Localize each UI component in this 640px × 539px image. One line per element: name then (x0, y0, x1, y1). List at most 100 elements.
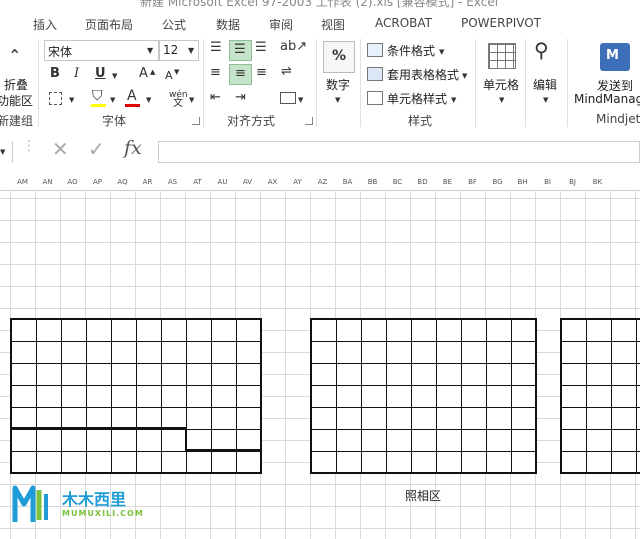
tab-review[interactable]: 审阅 (269, 16, 293, 33)
chevron-down-icon: ▼ (335, 96, 341, 104)
cell-styles-button[interactable]: 单元格样式 (387, 90, 447, 107)
tab-data[interactable]: 数据 (216, 16, 240, 33)
group-separator (525, 39, 526, 127)
chevron-down-icon: ▼ (188, 46, 195, 55)
table-format-icon (367, 67, 383, 81)
align-bottom-icon[interactable]: ☰ (255, 41, 267, 55)
column-header[interactable]: BG (485, 178, 510, 186)
logo-mark-icon (12, 485, 48, 522)
formula-buttons: ✕ ✓ fx (40, 139, 153, 163)
merge-center-button[interactable] (280, 92, 296, 104)
percent-icon: % (332, 48, 347, 64)
conditional-format-button[interactable]: 条件格式 (387, 42, 435, 59)
column-header[interactable]: BI (535, 178, 560, 186)
column-header[interactable]: AQ (110, 178, 135, 186)
align-left-icon[interactable]: ≡ (210, 66, 221, 80)
align-middle-icon: ☰ (234, 42, 246, 57)
column-header[interactable]: BK (585, 178, 610, 186)
tab-page-layout[interactable]: 页面布局 (85, 16, 133, 33)
grow-font-button[interactable]: A (139, 67, 148, 81)
column-header[interactable]: BC (385, 178, 410, 186)
picture-border-line (185, 427, 187, 451)
format-as-table-button[interactable]: 套用表格格式 (387, 66, 459, 83)
borders-button[interactable] (49, 92, 62, 105)
cell-styles-icon (367, 91, 383, 105)
camera-picture-2[interactable] (310, 318, 537, 474)
column-header[interactable]: BA (335, 178, 360, 186)
font-size-select[interactable]: 12 ▼ (159, 40, 199, 61)
tab-formulas[interactable]: 公式 (162, 16, 186, 33)
mindmanager-logo-icon: M (606, 48, 619, 63)
group-separator (360, 39, 361, 127)
column-header[interactable]: BD (410, 178, 435, 186)
column-header[interactable]: AN (35, 178, 60, 186)
decrease-indent-icon[interactable]: ⇤ (210, 91, 221, 105)
column-header[interactable]: AY (285, 178, 310, 186)
mindmanager-icon: M (600, 43, 630, 71)
column-header[interactable]: AO (60, 178, 85, 186)
column-header[interactable]: AU (210, 178, 235, 186)
align-right-icon[interactable]: ≡ (256, 66, 267, 80)
underline-button[interactable]: U (95, 67, 106, 81)
arrow-up-icon: ▲ (150, 68, 156, 76)
name-box-dropdown[interactable]: ▼ (0, 141, 13, 163)
ribbon-tabs: 插入 页面布局 公式 数据 审阅 视图 ACROBAT POWERPIVOT (0, 11, 640, 36)
column-header[interactable]: AR (135, 178, 160, 186)
column-header[interactable]: AM (10, 178, 35, 186)
font-name-select[interactable]: 宋体 ▼ (44, 40, 159, 61)
column-header[interactable]: AV (235, 178, 260, 186)
shrink-font-button[interactable]: A (165, 69, 173, 83)
align-center-button[interactable]: ≡ (229, 64, 252, 85)
tab-acrobat[interactable]: ACROBAT (375, 16, 432, 30)
tab-view[interactable]: 视图 (321, 16, 345, 33)
column-header[interactable]: BJ (560, 178, 585, 186)
bold-button[interactable]: B (50, 67, 60, 81)
number-label: 数字 (326, 78, 351, 92)
cancel-icon[interactable]: ✕ (52, 139, 69, 159)
formula-input[interactable] (158, 141, 640, 163)
title-bar: 新建 Microsoft Excel 97-2003 工作表 (2).xls [… (0, 0, 640, 11)
group-label-font: 字体 (102, 114, 127, 128)
font-dialog-launcher-icon[interactable] (192, 117, 200, 125)
camera-picture-3[interactable] (560, 318, 640, 474)
column-header[interactable]: AP (85, 178, 110, 186)
chevron-down-icon: ▼ (543, 96, 549, 104)
align-middle-button[interactable]: ☰ (229, 40, 252, 61)
column-header[interactable]: BF (460, 178, 485, 186)
fill-color-icon[interactable]: ⛉ (92, 89, 103, 103)
column-header[interactable]: AZ (310, 178, 335, 186)
binoculars-icon: ⚲ (534, 38, 549, 62)
italic-button[interactable]: I (74, 67, 79, 81)
cells-button[interactable]: 单元格 (483, 76, 519, 93)
number-format-button[interactable]: % (323, 41, 355, 73)
font-color-button[interactable]: A (127, 89, 137, 103)
send-to-line2[interactable]: MindManager (574, 92, 640, 106)
confirm-icon[interactable]: ✓ (88, 139, 105, 159)
chevron-down-icon: ▼ (439, 48, 445, 56)
arrow-down-icon: ▼ (174, 68, 180, 76)
insert-function-button[interactable]: fx (124, 139, 142, 158)
chevron-down-icon: ▼ (112, 72, 118, 80)
increase-indent-icon[interactable]: ⇥ (235, 91, 246, 105)
column-header[interactable]: BH (510, 178, 535, 186)
font-color-swatch (125, 104, 140, 107)
wrap-text-icon[interactable]: ⇌ (281, 65, 292, 79)
align-top-icon[interactable]: ☰ (210, 41, 222, 55)
column-header[interactable]: BE (435, 178, 460, 186)
alignment-dialog-launcher-icon[interactable] (305, 117, 313, 125)
column-header[interactable]: AT (185, 178, 210, 186)
picture-border-line (185, 449, 262, 451)
column-header[interactable]: AX (260, 178, 285, 186)
chevron-down-icon: ▼ (298, 96, 304, 104)
chevron-up-icon: ⌃ (8, 46, 22, 65)
column-header[interactable]: BB (360, 178, 385, 186)
column-header[interactable]: AS (160, 178, 185, 186)
orientation-icon[interactable]: ab↗ (280, 40, 307, 54)
group-label-mindjet: Mindjet (596, 112, 640, 126)
editing-button[interactable]: 编辑 (533, 76, 557, 93)
tab-insert[interactable]: 插入 (33, 16, 57, 33)
collapse-label-1: 折叠 (4, 78, 29, 92)
chevron-down-icon: ▼ (462, 72, 468, 80)
tab-powerpivot[interactable]: POWERPIVOT (461, 16, 541, 30)
group-separator (203, 39, 204, 127)
